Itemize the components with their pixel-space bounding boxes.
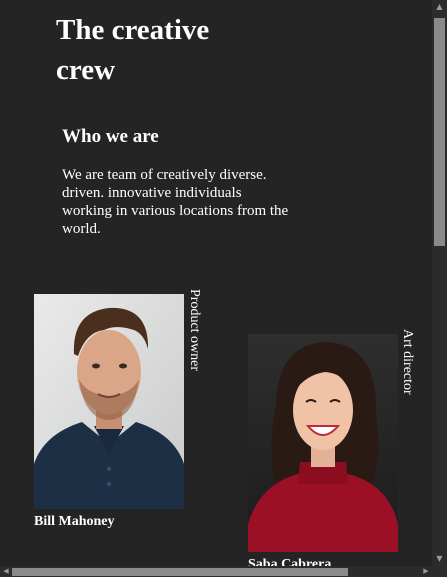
scroll-down-arrow-icon[interactable]: ▼ [432, 552, 447, 566]
page-title: The creative crew [56, 14, 210, 86]
scroll-up-arrow-icon[interactable]: ▲ [432, 0, 447, 14]
scroll-left-arrow-icon[interactable]: ◀ [0, 566, 12, 577]
page-viewport: The creative crew Who we are We are team… [0, 0, 432, 566]
team-member-name: Bill Mahoney [34, 514, 115, 529]
vertical-scrollbar[interactable]: ▲ ▼ [432, 0, 447, 566]
scroll-right-arrow-icon[interactable]: ▶ [420, 566, 432, 577]
about-heading: Who we are [62, 126, 159, 147]
team-member-role: Art director [400, 329, 415, 395]
vertical-scroll-thumb[interactable] [434, 18, 445, 246]
about-text: We are team of creatively diverse. drive… [62, 167, 289, 237]
team-member-role: Product owner [187, 289, 202, 372]
team-member-name: Saba Cabrera [248, 557, 332, 566]
scrollbar-corner [432, 566, 447, 577]
horizontal-scrollbar[interactable]: ◀ ▶ [0, 566, 432, 577]
team-member-photo-saba [248, 334, 398, 552]
team-member-photo-bill [34, 294, 184, 509]
horizontal-scroll-thumb[interactable] [12, 568, 348, 576]
